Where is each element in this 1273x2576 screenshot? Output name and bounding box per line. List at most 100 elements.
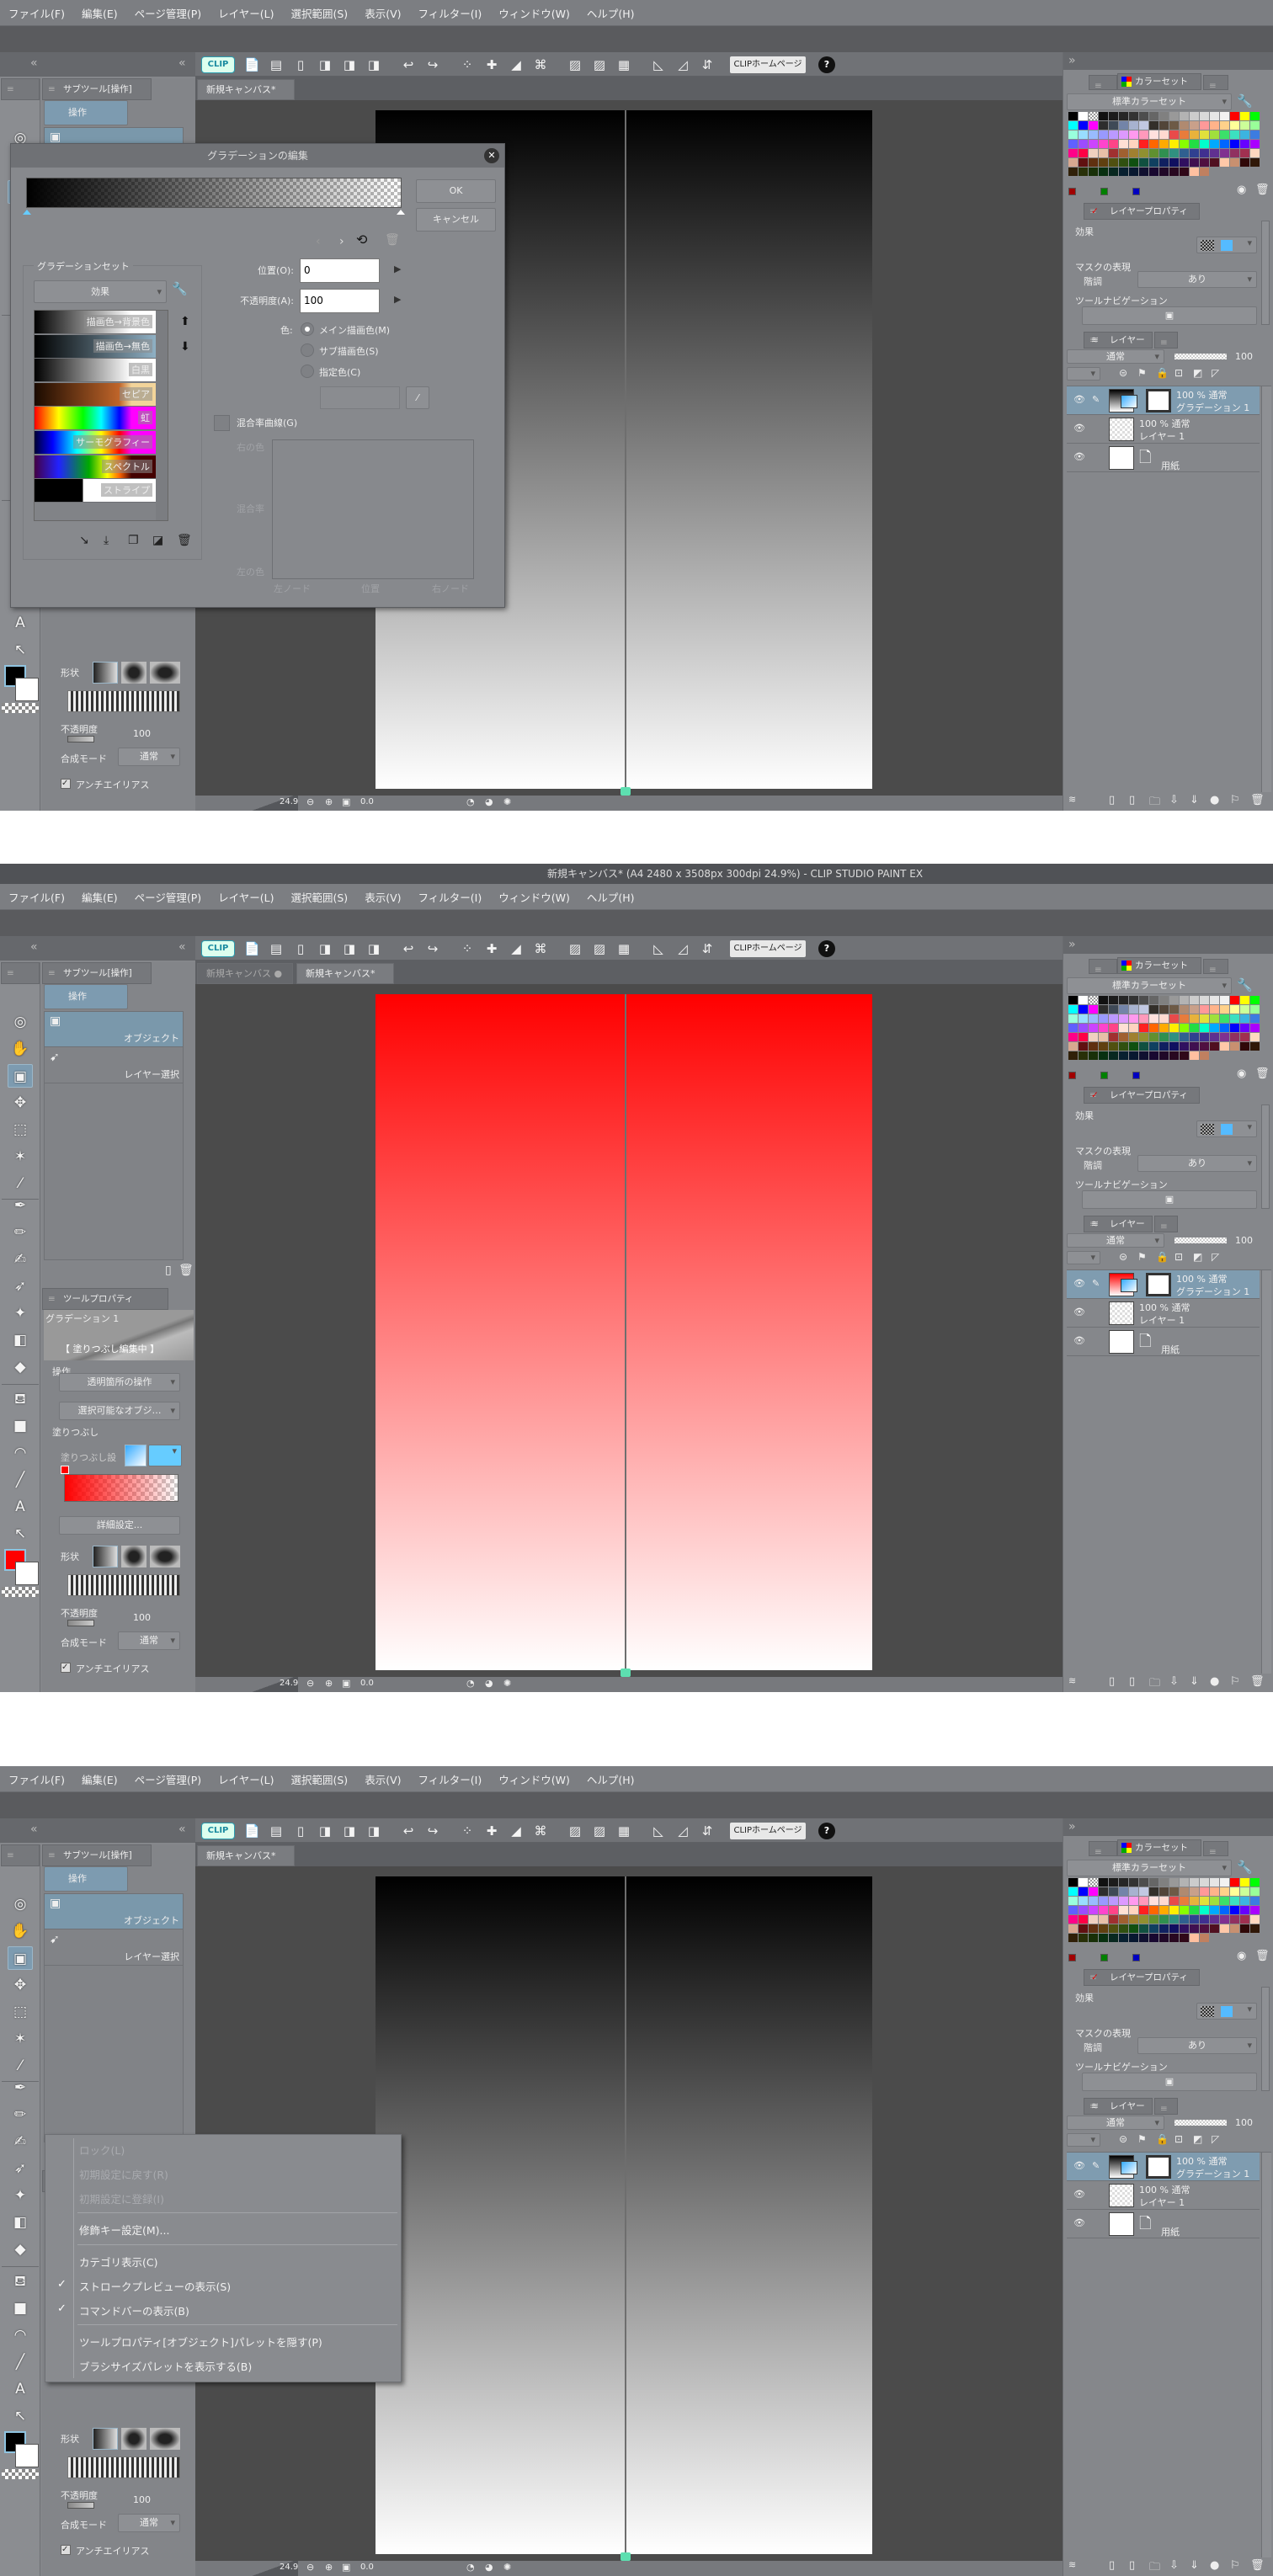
color-swatch[interactable] (1230, 1915, 1239, 1924)
layer-opacity-value[interactable]: 100 (1235, 2117, 1253, 2128)
mask-icon[interactable]: ◩ (1193, 367, 1202, 379)
recent-color-swatch[interactable] (1132, 1072, 1140, 1079)
color-radio[interactable] (301, 322, 314, 336)
color-swatch[interactable] (1079, 1897, 1088, 1905)
blend-tool-icon[interactable]: ◆ (8, 1355, 33, 1379)
color-swatch[interactable] (1169, 1014, 1179, 1023)
color-swatch[interactable] (1068, 1024, 1078, 1032)
color-swatch[interactable] (1210, 140, 1219, 148)
color-set-settings-icon[interactable]: 🔧 (1237, 977, 1253, 993)
color-swatch[interactable] (1079, 121, 1088, 130)
collapse-left-icon[interactable]: « (30, 56, 38, 70)
recent-color-swatch[interactable] (1100, 1954, 1108, 1961)
color-swatch[interactable] (1109, 140, 1118, 148)
layer-blend-dropdown[interactable]: 通常 (1067, 2116, 1164, 2130)
color-swatch[interactable] (1099, 149, 1108, 157)
color-swatch[interactable] (1180, 149, 1189, 157)
color-swatch[interactable] (1089, 1915, 1098, 1924)
position-input[interactable]: 0 (300, 258, 380, 283)
pencil-tool-icon[interactable]: ✏ (8, 1221, 33, 1244)
color-swatch[interactable] (1119, 1915, 1128, 1924)
color-swatch[interactable] (1190, 1915, 1199, 1924)
delete-gradient-icon[interactable]: 🗑 (177, 534, 192, 547)
repeat-mode-options[interactable] (67, 690, 180, 712)
color-swatch[interactable] (1149, 1014, 1158, 1023)
rotate-right-icon[interactable]: ◕ (485, 796, 493, 807)
add-color-icon[interactable]: ◉ (1237, 184, 1246, 196)
color-swatch[interactable] (1149, 1887, 1158, 1896)
color-swatch[interactable] (1159, 996, 1169, 1004)
color-swatch[interactable] (1089, 1878, 1098, 1887)
pen-tool-icon[interactable]: ✒ (8, 2076, 33, 2100)
left-collapse-bar[interactable]: «« (0, 1818, 195, 1843)
tool-navigation-button[interactable]: ▣ (1082, 2073, 1257, 2091)
color-swatch[interactable] (1230, 996, 1239, 1004)
color-swatch[interactable] (1190, 1033, 1199, 1041)
lock-icon[interactable]: 🔒 (1156, 1251, 1169, 1263)
color-swatch[interactable] (1109, 1924, 1118, 1933)
color-swatch[interactable] (1169, 1051, 1179, 1060)
menu-item[interactable]: 編集(E) (82, 889, 118, 905)
clip-icon[interactable]: ⊜ (1119, 2133, 1127, 2145)
opacity-slider[interactable] (67, 736, 94, 742)
color-swatch[interactable] (1190, 1897, 1199, 1905)
new-vector-layer-icon[interactable]: ▯ (1129, 1675, 1135, 1688)
color-swatch[interactable] (1220, 1924, 1229, 1933)
color-swatch[interactable] (1240, 112, 1249, 120)
color-swatch[interactable] (1089, 168, 1098, 176)
add-color-icon[interactable]: ◉ (1237, 1950, 1246, 1962)
layer-row[interactable]: 👁 100 % 通常 レイヤー 1 (1067, 2181, 1260, 2210)
color-swatch[interactable] (1230, 1887, 1239, 1896)
layer-row[interactable]: 👁 ✎ 100 % 通常 グラデーション 1 (1067, 386, 1260, 415)
color-swatch[interactable] (1089, 121, 1098, 130)
color-swatch[interactable] (1220, 1897, 1229, 1905)
color-swatch[interactable] (1119, 1042, 1128, 1051)
color-set-dropdown[interactable]: 標準カラーセット (1067, 93, 1232, 110)
antialias-checkbox[interactable]: ✓ (61, 779, 71, 789)
eyedropper-tool-icon[interactable]: ⁄ (8, 1172, 33, 1195)
color-swatch[interactable] (1220, 1042, 1229, 1051)
color-swatch[interactable] (1240, 1906, 1249, 1914)
color-swatch[interactable] (1149, 996, 1158, 1004)
gradient-end-node[interactable] (397, 210, 405, 215)
opacity-slider[interactable] (67, 2502, 94, 2509)
gradient-preset-item[interactable]: 描画色→無色 (35, 334, 156, 359)
snap-grid-icon[interactable]: ▦ (616, 56, 631, 73)
clip-logo-button[interactable]: CLIP (201, 56, 235, 73)
color-set-tab[interactable]: カラーセット (1117, 73, 1201, 90)
menu-item[interactable]: レイヤー(L) (218, 5, 274, 21)
color-wheel-tab[interactable] (1089, 75, 1117, 90)
color-swatch[interactable] (1099, 112, 1108, 120)
perspective-a-icon[interactable]: ◺ (651, 1823, 666, 1839)
color-swatch[interactable] (1139, 1014, 1148, 1023)
layer-opacity-slider[interactable] (1174, 1237, 1227, 1243)
color-swatch[interactable] (1068, 1051, 1078, 1060)
color-swatch[interactable] (1230, 1005, 1239, 1014)
color-swatch[interactable] (1220, 112, 1229, 120)
color-swatch[interactable] (1149, 1878, 1158, 1887)
color-swatch[interactable] (1079, 1915, 1088, 1924)
layer-blend-dropdown[interactable]: 通常 (1067, 349, 1164, 364)
color-swatch[interactable] (1109, 149, 1118, 157)
color-swatch[interactable] (1139, 1887, 1148, 1896)
color-swatch[interactable] (1250, 112, 1260, 120)
recent-color-swatch[interactable] (1132, 188, 1140, 195)
layer-list-scrollbar[interactable] (1261, 386, 1271, 792)
gradient-tool-icon[interactable]: ■ (8, 2297, 33, 2320)
color-swatch[interactable] (1109, 1024, 1118, 1032)
ruler-icon[interactable]: ◸ (1212, 367, 1219, 379)
color-swatch[interactable] (1099, 1897, 1108, 1905)
layer-tab[interactable]: ≋ レイヤー (1084, 2098, 1153, 2115)
color-swatch[interactable] (1220, 158, 1229, 167)
apply-mask-icon[interactable]: ⚐ (1230, 794, 1240, 806)
gradation-dropdown[interactable]: あり (1137, 1155, 1257, 1172)
color-swatch[interactable] (1250, 1906, 1260, 1914)
collapse-panel-icon[interactable]: « (178, 56, 186, 70)
new-canvas-select-icon[interactable]: ◨ (317, 940, 333, 957)
recent-color-swatch[interactable] (1100, 188, 1108, 195)
curve-checkbox[interactable] (214, 415, 230, 431)
color-swatch[interactable] (1200, 1878, 1209, 1887)
zoom-in-icon[interactable]: ⊕ (325, 796, 333, 807)
color-swatch[interactable] (1109, 996, 1118, 1004)
left-collapse-bar[interactable]: «« (0, 52, 195, 77)
